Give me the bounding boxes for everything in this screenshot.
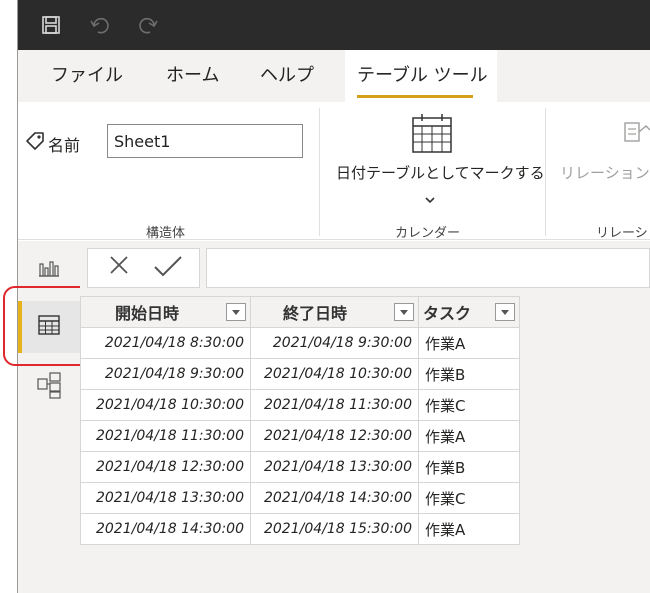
close-icon[interactable] — [108, 254, 130, 280]
undo-icon[interactable] — [88, 12, 114, 38]
model-view-icon — [36, 371, 62, 403]
filter-dropdown-icon[interactable] — [495, 303, 515, 321]
group-separator — [545, 108, 546, 236]
highlight-annotation — [3, 286, 92, 366]
column-header-start[interactable]: 開始日時 — [80, 296, 251, 328]
cell-start[interactable]: 2021/04/18 9:30:00 — [80, 358, 251, 390]
filter-dropdown-icon[interactable] — [394, 303, 414, 321]
cell-task[interactable]: 作業B — [418, 358, 520, 390]
cell-task[interactable]: 作業C — [418, 389, 520, 421]
column-header-label: 終了日時 — [283, 304, 348, 323]
tab-help[interactable]: ヘルプ — [260, 50, 314, 102]
chevron-down-icon[interactable] — [424, 190, 436, 209]
ribbon-tabs: ファイル ホーム ヘルプ テーブル ツール — [18, 50, 650, 102]
cell-start[interactable]: 2021/04/18 8:30:00 — [80, 327, 251, 359]
group-separator — [319, 108, 320, 236]
table-row[interactable]: 2021/04/18 11:30:00 2021/04/18 12:30:00 … — [80, 420, 520, 452]
table-row[interactable]: 2021/04/18 13:30:00 2021/04/18 14:30:00 … — [80, 482, 520, 514]
mark-as-date-table-button[interactable]: 日付テーブルとしてマークする — [336, 162, 545, 183]
name-label: 名前 — [48, 136, 81, 155]
cell-task[interactable]: 作業A — [418, 420, 520, 452]
table-name-input[interactable] — [107, 124, 303, 158]
redo-icon[interactable] — [134, 12, 160, 38]
title-bar — [18, 0, 650, 50]
column-header-label: タスク — [423, 304, 472, 323]
tab-table-tools[interactable]: テーブル ツール — [345, 50, 497, 102]
tab-home[interactable]: ホーム — [166, 50, 219, 102]
data-table: 開始日時 終了日時 タスク 2021/04/18 8:30:00 2021/04… — [80, 296, 520, 545]
group-label-calendar: カレンダー — [395, 226, 461, 241]
table-row[interactable]: 2021/04/18 9:30:00 2021/04/18 10:30:00 作… — [80, 358, 520, 390]
cell-start[interactable]: 2021/04/18 10:30:00 — [80, 389, 251, 421]
tab-table-tools-label: テーブル ツール — [357, 65, 488, 86]
cell-end[interactable]: 2021/04/18 14:30:00 — [250, 482, 419, 514]
cell-start[interactable]: 2021/04/18 14:30:00 — [80, 513, 251, 545]
check-icon[interactable] — [152, 254, 184, 284]
group-label-relationships: リレーショ — [596, 226, 650, 241]
active-tab-underline — [357, 95, 473, 98]
cell-end[interactable]: 2021/04/18 12:30:00 — [250, 420, 419, 452]
column-header-end[interactable]: 終了日時 — [250, 296, 419, 328]
cell-task[interactable]: 作業C — [418, 482, 520, 514]
column-header-task[interactable]: タスク — [418, 296, 520, 328]
table-row[interactable]: 2021/04/18 10:30:00 2021/04/18 11:30:00 … — [80, 389, 520, 421]
cell-task[interactable]: 作業A — [418, 513, 520, 545]
cell-start[interactable]: 2021/04/18 13:30:00 — [80, 482, 251, 514]
table-row[interactable]: 2021/04/18 14:30:00 2021/04/18 15:30:00 … — [80, 513, 520, 545]
formula-input[interactable] — [206, 248, 650, 288]
save-icon[interactable] — [38, 12, 64, 38]
calendar-icon[interactable] — [411, 112, 453, 158]
column-header-label: 開始日時 — [115, 304, 180, 323]
table-row[interactable]: 2021/04/18 8:30:00 2021/04/18 9:30:00 作業… — [80, 327, 520, 359]
cell-end[interactable]: 2021/04/18 13:30:00 — [250, 451, 419, 483]
cell-end[interactable]: 2021/04/18 11:30:00 — [250, 389, 419, 421]
cell-end[interactable]: 2021/04/18 9:30:00 — [250, 327, 419, 359]
cell-end[interactable]: 2021/04/18 15:30:00 — [250, 513, 419, 545]
filter-dropdown-icon[interactable] — [226, 303, 246, 321]
model-view-button[interactable] — [18, 361, 80, 413]
relationships-icon[interactable] — [624, 120, 650, 150]
tab-file[interactable]: ファイル — [51, 50, 123, 102]
cell-start[interactable]: 2021/04/18 11:30:00 — [80, 420, 251, 452]
table-row[interactable]: 2021/04/18 12:30:00 2021/04/18 13:30:00 … — [80, 451, 520, 483]
ribbon-body: 構造体 カレンダー リレーショ — [18, 102, 650, 241]
cell-start[interactable]: 2021/04/18 12:30:00 — [80, 451, 251, 483]
cell-end[interactable]: 2021/04/18 10:30:00 — [250, 358, 419, 390]
group-label-structure: 構造体 — [146, 226, 186, 241]
report-view-icon — [37, 256, 61, 282]
cell-task[interactable]: 作業B — [418, 451, 520, 483]
manage-relationships-button[interactable]: リレーションシ — [560, 162, 650, 183]
tag-icon — [24, 131, 46, 155]
header-row: 開始日時 終了日時 タスク — [80, 296, 520, 328]
cell-task[interactable]: 作業A — [418, 327, 520, 359]
